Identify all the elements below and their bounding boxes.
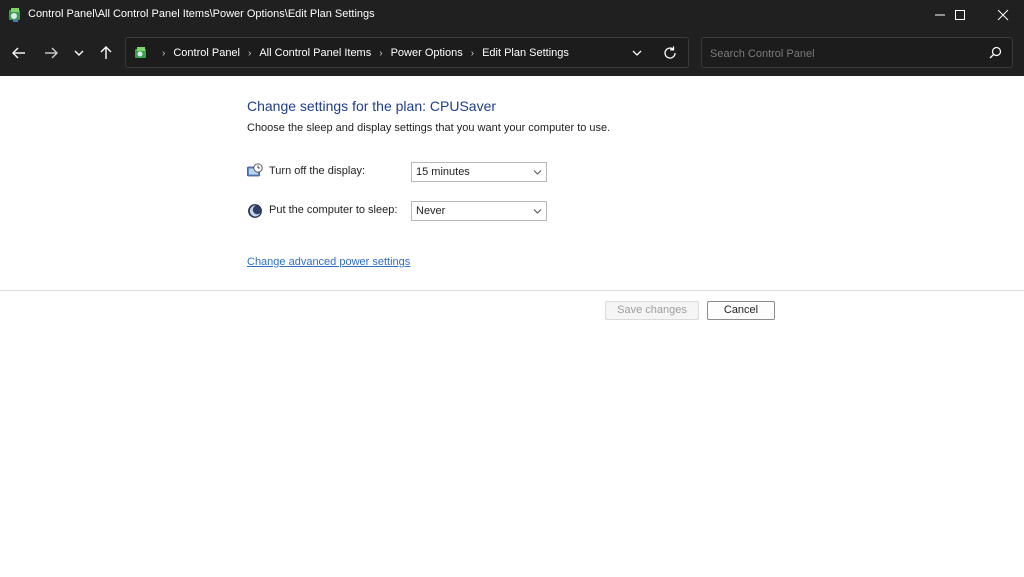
sleep-moon-icon	[248, 204, 262, 218]
search-box[interactable]	[701, 37, 1013, 68]
page-title: Change settings for the plan: CPUSaver	[247, 98, 497, 114]
sleep-timeout-value: Never	[416, 205, 446, 217]
control-panel-icon	[135, 47, 146, 58]
up-arrow-icon	[100, 46, 112, 59]
breadcrumb-separator: ›	[379, 47, 383, 59]
breadcrumb-separator: ›	[248, 47, 252, 59]
divider	[0, 290, 1024, 291]
close-icon	[997, 9, 1009, 21]
breadcrumb-separator: ›	[162, 47, 166, 59]
title-bar: Control Panel\All Control Panel Items\Po…	[0, 0, 1024, 30]
up-button[interactable]	[95, 42, 117, 64]
breadcrumb-edit-plan-settings[interactable]: Edit Plan Settings	[482, 47, 569, 59]
forward-arrow-icon	[45, 47, 58, 59]
recent-locations-button[interactable]	[68, 42, 90, 64]
refresh-icon[interactable]	[662, 45, 678, 61]
breadcrumb-control-panel[interactable]: Control Panel	[173, 47, 240, 59]
navigation-bar: › Control Panel › All Control Panel Item…	[0, 30, 1024, 76]
display-timeout-value: 15 minutes	[416, 166, 470, 178]
page-description: Choose the sleep and display settings th…	[247, 122, 611, 134]
chevron-down-icon	[533, 209, 542, 214]
search-input[interactable]	[708, 44, 982, 63]
address-bar[interactable]: › Control Panel › All Control Panel Item…	[125, 37, 689, 68]
display-timeout-select[interactable]: 15 minutes	[411, 162, 547, 182]
close-button[interactable]	[983, 0, 1023, 30]
back-arrow-icon	[12, 47, 25, 59]
display-timeout-label: Turn off the display:	[269, 165, 365, 177]
maximize-icon	[955, 10, 965, 20]
content-area: Change settings for the plan: CPUSaver C…	[0, 76, 1024, 577]
forward-button[interactable]	[40, 42, 62, 64]
breadcrumb-separator: ›	[470, 47, 475, 59]
advanced-power-settings-link[interactable]: Change advanced power settings	[247, 256, 410, 268]
search-icon[interactable]	[989, 46, 1002, 59]
display-timer-icon	[247, 163, 263, 177]
sleep-timeout-label: Put the computer to sleep:	[269, 204, 398, 216]
breadcrumb: › Control Panel › All Control Panel Item…	[134, 46, 569, 60]
window-title: Control Panel\All Control Panel Items\Po…	[28, 8, 375, 20]
address-dropdown-icon[interactable]	[630, 46, 644, 60]
control-panel-icon	[9, 8, 20, 22]
sleep-timeout-select[interactable]: Never	[411, 201, 547, 221]
cancel-button[interactable]: Cancel	[707, 301, 775, 320]
back-button[interactable]	[8, 42, 30, 64]
breadcrumb-power-options[interactable]: Power Options	[391, 47, 463, 59]
chevron-down-icon	[74, 50, 84, 56]
maximize-button[interactable]	[940, 0, 980, 30]
breadcrumb-all-items[interactable]: All Control Panel Items	[259, 47, 371, 59]
chevron-down-icon	[533, 170, 542, 175]
save-changes-button[interactable]: Save changes	[605, 301, 699, 320]
